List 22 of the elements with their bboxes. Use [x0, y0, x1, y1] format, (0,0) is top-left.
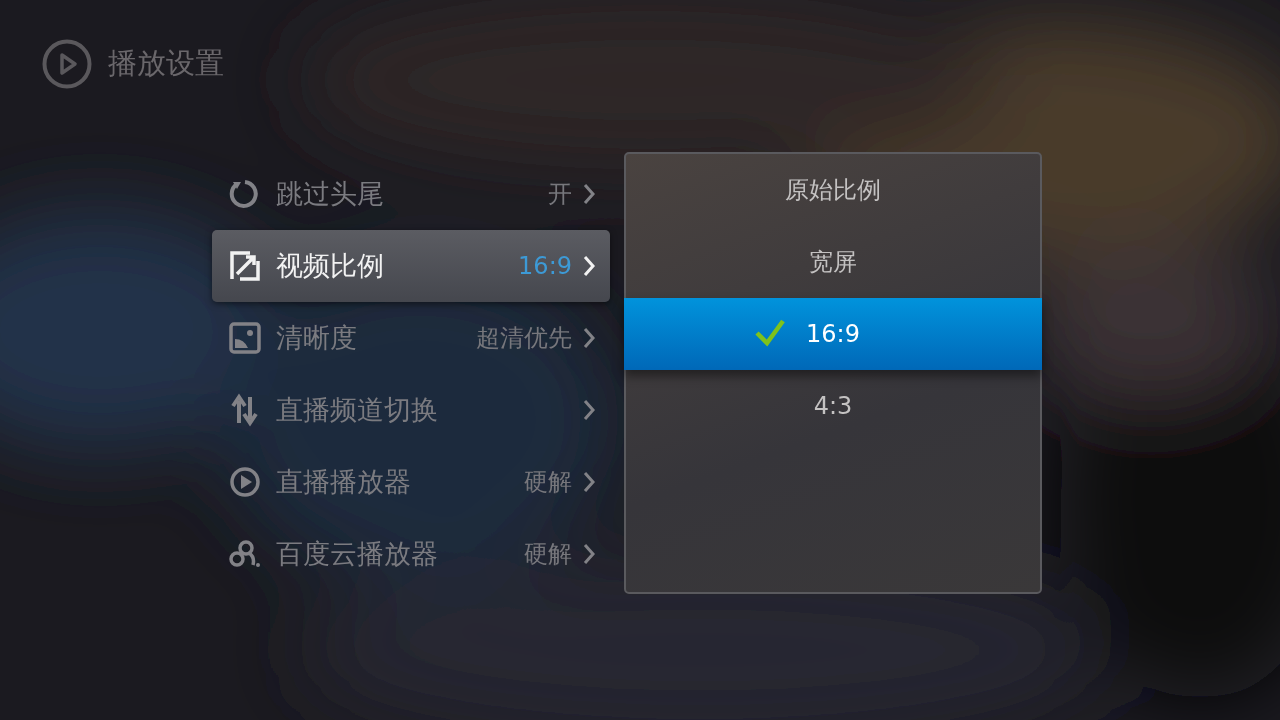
- option-item[interactable]: 4:3: [624, 370, 1042, 442]
- option-item[interactable]: 16:9: [624, 298, 1042, 370]
- chevron-right-icon: [582, 182, 596, 206]
- option-item[interactable]: 宽屏: [624, 226, 1042, 298]
- settings-item[interactable]: 百度云播放器 硬解: [212, 518, 610, 590]
- page-title: 播放设置: [108, 45, 224, 82]
- settings-item[interactable]: 视频比例 16:9: [212, 230, 610, 302]
- chevron-right-icon: [582, 542, 596, 566]
- chevron-right-icon: [582, 254, 596, 278]
- chevron-right-icon: [582, 398, 596, 422]
- play-icon: [42, 39, 92, 89]
- settings-item[interactable]: 直播频道切换: [212, 374, 610, 446]
- check-icon: [754, 318, 786, 348]
- chevron-right-icon: [582, 470, 596, 494]
- settings-item[interactable]: 跳过头尾 开: [212, 158, 610, 230]
- settings-item[interactable]: 清晰度 超清优先: [212, 302, 610, 374]
- play-icon: [228, 465, 262, 499]
- chevron-right-icon: [582, 326, 596, 350]
- settings-item[interactable]: 直播播放器 硬解: [212, 446, 610, 518]
- option-item[interactable]: 原始比例: [624, 154, 1042, 226]
- resize-icon: [228, 249, 262, 283]
- image-icon: [228, 321, 262, 355]
